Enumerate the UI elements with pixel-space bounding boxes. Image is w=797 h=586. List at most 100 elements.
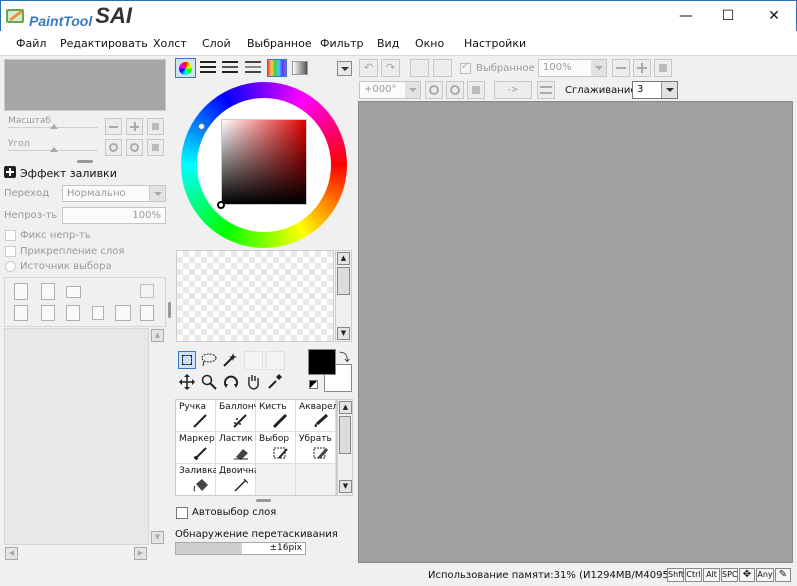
close-button[interactable]: ✕ xyxy=(751,1,797,31)
menu-selection[interactable]: Выбранное xyxy=(247,37,312,50)
transfer-down-icon[interactable] xyxy=(115,305,131,321)
zoom-in-button[interactable] xyxy=(633,59,651,77)
tool-marker[interactable]: Маркер xyxy=(176,432,216,464)
panel-splitter[interactable] xyxy=(77,160,93,163)
drag-detect-slider[interactable]: ±16pix xyxy=(175,542,306,555)
canvas-area[interactable] xyxy=(358,101,793,563)
chevron-down-icon[interactable] xyxy=(591,60,606,76)
tool-binary-pen[interactable]: Двоична xyxy=(216,464,259,495)
scroll-right-icon[interactable]: ▶ xyxy=(134,547,147,560)
hue-marker[interactable] xyxy=(197,122,206,131)
menu-filter[interactable]: Фильтр xyxy=(320,37,364,50)
rotate-reset-button[interactable] xyxy=(467,81,485,99)
minimize-button[interactable]: — xyxy=(663,1,709,31)
scroll-down-icon[interactable]: ▼ xyxy=(337,327,350,340)
primary-color-swatch[interactable] xyxy=(308,349,336,375)
rotate-left-button[interactable] xyxy=(105,139,122,156)
new-folder-icon[interactable] xyxy=(66,286,81,298)
zoom-slider-handle[interactable] xyxy=(50,124,58,129)
copy-layer-icon[interactable] xyxy=(14,305,28,321)
clear-layer-icon[interactable] xyxy=(66,305,80,321)
undo-button[interactable]: ↶ xyxy=(359,59,378,77)
scroll-thumb[interactable] xyxy=(339,416,351,454)
tool-select-brush[interactable]: Выбор xyxy=(256,432,296,464)
tool-brush[interactable]: Кисть xyxy=(256,400,296,432)
move-tool-icon[interactable] xyxy=(179,374,195,390)
merge-down-icon[interactable] xyxy=(140,305,154,321)
reset-colors-icon[interactable] xyxy=(309,380,318,389)
deselect-button[interactable] xyxy=(410,59,429,77)
menu-window[interactable]: Окно xyxy=(415,37,444,50)
scroll-up-icon[interactable]: ▲ xyxy=(151,329,164,342)
menu-edit[interactable]: Редактировать xyxy=(60,37,148,50)
tool-eraser[interactable]: Ластик xyxy=(216,432,256,464)
lasso-tool-icon[interactable] xyxy=(200,352,218,368)
layer-mask-icon[interactable] xyxy=(140,284,154,298)
redo-button[interactable]: ↷ xyxy=(381,59,400,77)
scroll-down-icon[interactable]: ▼ xyxy=(151,531,164,544)
sv-marker[interactable] xyxy=(217,201,225,209)
left-panel-splitter[interactable] xyxy=(168,302,171,318)
rotate-reset-button[interactable] xyxy=(147,139,164,156)
zoom-out-button[interactable] xyxy=(105,118,122,135)
color-wheel-tab[interactable] xyxy=(175,58,196,78)
zoom-reset-button[interactable] xyxy=(147,118,164,135)
selection-source-radio[interactable] xyxy=(5,261,16,272)
scroll-left-icon[interactable]: ◀ xyxy=(5,547,18,560)
magic-wand-icon[interactable] xyxy=(222,352,238,368)
invert-selection-button[interactable] xyxy=(433,59,452,77)
color-mixer-icon[interactable] xyxy=(245,61,261,75)
angle-slider-handle[interactable] xyxy=(50,147,58,152)
scroll-thumb[interactable] xyxy=(337,267,350,295)
clip-layer-checkbox[interactable] xyxy=(5,246,16,257)
flip-horizontal-button[interactable]: -> xyxy=(494,81,532,99)
auto-select-layer-checkbox[interactable] xyxy=(176,507,188,519)
tool-watercolor[interactable]: Акварел xyxy=(296,400,336,432)
eyedropper-icon[interactable] xyxy=(267,373,283,390)
layer-list-hscrollbar[interactable]: ◀ ▶ xyxy=(4,546,149,561)
zoom-in-button[interactable] xyxy=(126,118,143,135)
flip-button[interactable] xyxy=(537,81,555,99)
merge-layer-icon[interactable] xyxy=(41,305,55,321)
hsv-sliders-icon[interactable] xyxy=(222,61,238,75)
rotate-left-button[interactable] xyxy=(425,81,443,99)
scroll-up-icon[interactable]: ▲ xyxy=(339,401,352,414)
zoom-out-button[interactable] xyxy=(612,59,630,77)
rotate-right-button[interactable] xyxy=(126,139,143,156)
scroll-down-icon[interactable]: ▼ xyxy=(339,480,352,493)
fill-effect-title[interactable]: Эффект заливки xyxy=(20,167,117,180)
tool-bucket[interactable]: Заливка xyxy=(176,464,218,495)
swatches-icon[interactable] xyxy=(267,59,287,77)
tool-grid-vscrollbar[interactable]: ▲ ▼ xyxy=(337,399,353,496)
layer-list[interactable] xyxy=(4,328,149,545)
saturation-value-square[interactable] xyxy=(221,119,307,205)
opacity-field[interactable]: 100% xyxy=(62,207,166,224)
chevron-down-icon[interactable] xyxy=(405,82,420,98)
scratchpad-area[interactable] xyxy=(176,250,334,342)
rotate-right-button[interactable] xyxy=(446,81,464,99)
menu-file[interactable]: Файл xyxy=(16,37,46,50)
navigator-preview[interactable] xyxy=(4,59,166,111)
menu-settings[interactable]: Настройки xyxy=(464,37,526,50)
zoom-reset-button[interactable] xyxy=(654,59,672,77)
tool-deselect-brush[interactable]: Убрать xyxy=(296,432,336,464)
maximize-button[interactable]: ☐ xyxy=(705,1,751,31)
new-layer-icon[interactable] xyxy=(14,283,28,300)
tool-panel-splitter[interactable] xyxy=(256,499,271,502)
rotate-tool-icon[interactable] xyxy=(223,374,239,390)
color-panel-menu-icon[interactable] xyxy=(337,61,352,76)
chevron-down-icon[interactable] xyxy=(661,82,677,98)
zoom-tool-icon[interactable] xyxy=(201,374,217,390)
new-vector-layer-icon[interactable] xyxy=(41,283,55,300)
fix-opacity-checkbox[interactable] xyxy=(5,230,16,241)
menu-layer[interactable]: Слой xyxy=(202,37,231,50)
menu-view[interactable]: Вид xyxy=(377,37,399,50)
scroll-up-icon[interactable]: ▲ xyxy=(337,252,350,265)
swap-colors-icon[interactable]: ⤵ xyxy=(339,349,350,365)
expand-icon[interactable] xyxy=(4,166,16,178)
scratchpad-vscrollbar[interactable]: ▲ ▼ xyxy=(335,250,352,342)
rgb-sliders-icon[interactable] xyxy=(200,61,216,75)
layer-list-vscrollbar[interactable]: ▲ ▼ xyxy=(149,328,166,561)
selection-visible-checkbox[interactable]: ✓ xyxy=(460,61,471,74)
scratchpad-icon[interactable] xyxy=(292,61,308,75)
